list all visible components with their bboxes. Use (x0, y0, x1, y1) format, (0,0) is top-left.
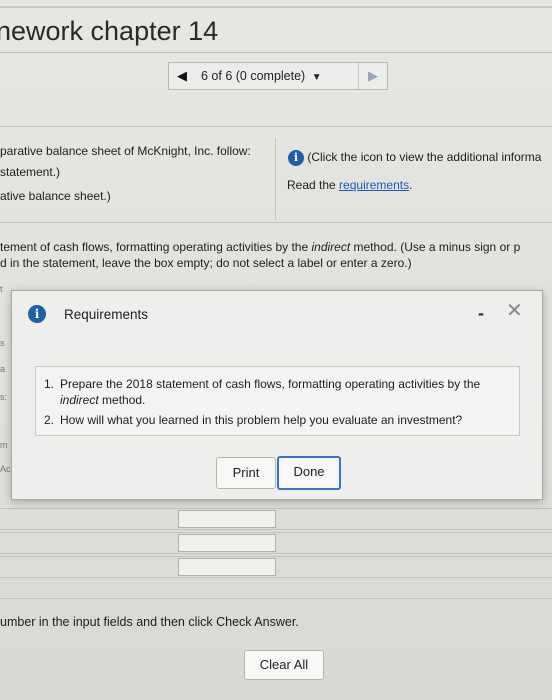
info-column-divider (275, 138, 276, 220)
caret-down-icon: ▼ (311, 72, 322, 83)
info-left-line3: ative balance sheet.) (0, 189, 111, 203)
amount-input[interactable] (178, 534, 276, 552)
info-icon[interactable]: i (288, 150, 304, 166)
additional-info-text: (Click the icon to view the additional i… (307, 150, 542, 165)
input-row (0, 532, 552, 554)
item-text-a: Prepare the 2018 statement of cash flows… (60, 377, 481, 391)
requirements-list: 1. Prepare the 2018 statement of cash fl… (44, 376, 509, 432)
triangle-left-icon: ◀ (177, 68, 187, 83)
question-position: 6 of 6 (0 complete) (201, 69, 306, 83)
list-item: 2. How will what you learned in this pro… (44, 412, 509, 428)
input-row (0, 508, 552, 530)
period-text: . (409, 178, 413, 192)
section-divider (0, 126, 552, 127)
instruction-line1-a: tement of cash flows, formatting operati… (0, 240, 312, 254)
left-stub-1: t (0, 284, 3, 294)
item-text-b: method. (98, 393, 146, 407)
page: nework chapter 14 ◀ 6 of 6 (0 complete) … (0, 0, 552, 700)
section-divider-3 (0, 598, 552, 599)
dialog-title: Requirements (64, 307, 149, 322)
info-left-line1: parative balance sheet of McKnight, Inc.… (0, 144, 251, 158)
read-the-text: Read the (287, 178, 340, 192)
item-text: How will what you learned in this proble… (60, 413, 463, 427)
left-stub-4: s: (0, 392, 8, 402)
item-number: 2. (44, 413, 55, 427)
previous-question-button[interactable]: ◀ (169, 68, 195, 84)
footer-hint: umber in the input fields and then click… (0, 615, 299, 629)
left-stub-3: a (0, 364, 6, 374)
requirements-box: 1. Prepare the 2018 statement of cash fl… (35, 366, 520, 436)
item-text-em: indirect (60, 393, 99, 407)
next-question-button[interactable]: ▶ (358, 63, 387, 89)
requirements-dialog: i Requirements - ✕ 1. Prepare the 2018 s… (11, 290, 543, 500)
item-text: Prepare the 2018 statement of cash flows… (60, 376, 509, 408)
requirements-link[interactable]: requirements (339, 178, 409, 192)
close-icon[interactable]: ✕ (506, 298, 523, 323)
requirements-line: Read the requirements. (287, 178, 412, 192)
amount-input[interactable] (178, 558, 276, 576)
top-divider (0, 6, 552, 8)
info-left-line2: statement.) (0, 165, 61, 179)
clear-all-button[interactable]: Clear All (244, 650, 324, 680)
minimize-button[interactable]: - (478, 303, 484, 324)
triangle-right-icon: ▶ (368, 68, 378, 83)
info-icon: i (28, 305, 46, 323)
additional-info-line: i (Click the icon to view the additional… (288, 150, 541, 166)
question-navigator: ◀ 6 of 6 (0 complete) ▼ ▶ (168, 62, 388, 90)
instruction-line1: tement of cash flows, formatting operati… (0, 240, 520, 254)
instruction-line1-em: indirect (311, 240, 351, 254)
section-divider-2 (0, 222, 552, 223)
left-stub-6: Ac (0, 464, 11, 474)
page-title: nework chapter 14 (0, 16, 219, 46)
left-stub-5: m (0, 440, 8, 450)
left-stub-2: s (0, 338, 5, 348)
question-selector[interactable]: 6 of 6 (0 complete) ▼ (195, 69, 358, 83)
input-row (0, 556, 552, 578)
amount-input[interactable] (178, 510, 276, 528)
list-item: 1. Prepare the 2018 statement of cash fl… (44, 376, 509, 408)
print-button[interactable]: Print (216, 457, 276, 489)
dialog-header: i Requirements - ✕ (12, 291, 542, 335)
title-divider (0, 52, 552, 53)
instruction-line1-b: method. (Use a minus sign or p (350, 240, 521, 254)
item-number: 1. (44, 377, 55, 391)
done-button[interactable]: Done (277, 456, 341, 490)
instruction-line2: d in the statement, leave the box empty;… (0, 256, 412, 270)
